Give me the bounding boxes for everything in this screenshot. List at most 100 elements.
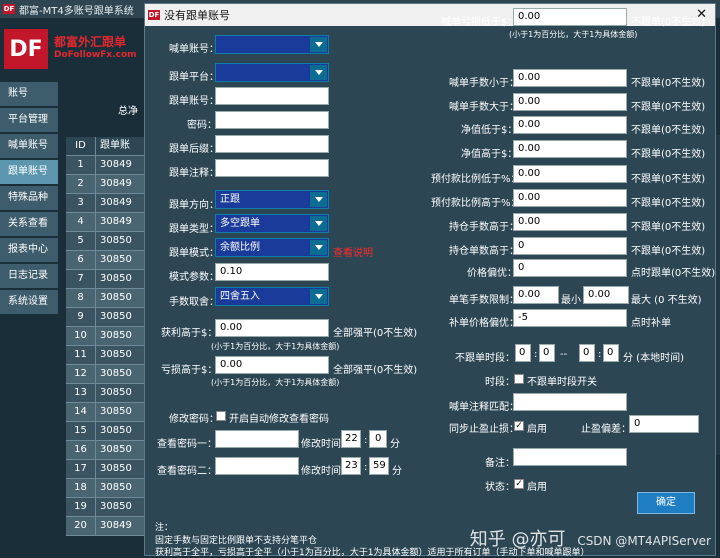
no-follow-start-hour[interactable]: 0 [515,344,531,362]
table-row[interactable]: 4 30849 [66,213,148,232]
cell-id: 10 [66,327,96,345]
equity-low-input[interactable]: 0.00 [513,116,627,134]
lot-round-select[interactable]: 四舍五入 [215,287,329,306]
position-lots-input[interactable]: 0.00 [513,213,627,231]
sidebar-item[interactable]: 日志记录 [0,264,58,288]
sidebar-item[interactable]: 关系查看 [0,212,58,236]
view-password-2-minute[interactable]: 59 [369,457,389,475]
lot-less-input[interactable]: 0.00 [513,69,627,87]
equity-high-note: 不跟单(0不生效) [631,149,706,160]
remark-match-input[interactable] [513,393,627,411]
sidebar-item[interactable]: 账号 [0,82,58,106]
type-select[interactable]: 多空跟单 [215,214,329,233]
table-row[interactable]: 15 30850 [66,422,148,441]
chevron-down-icon[interactable] [310,216,327,231]
dialog-titlebar: DF 没有跟单账号 ✕ [145,4,715,26]
cell-account: 30850 [96,479,148,497]
follow-platform-select[interactable] [215,63,329,82]
mode-param-input[interactable]: 0.10 [215,263,329,281]
sidebar-item[interactable]: 特殊品种 [0,186,58,210]
loss-above-input[interactable]: 0.00 [215,356,329,374]
sidebar-item[interactable]: 喊单账号 [0,134,58,158]
margin-high-input[interactable]: 0.00 [513,189,627,207]
master-loss-input[interactable]: 0.00 [513,8,627,26]
lot-more-label: 喊单手数大于： [449,102,519,113]
master-account-select[interactable] [215,35,329,54]
table-row[interactable]: 10 30850 [66,327,148,346]
table-row[interactable]: 6 30850 [66,251,148,270]
follow-account-input[interactable] [215,87,329,105]
price-deviation-input[interactable]: 0 [513,259,627,277]
column-header-id[interactable]: ID [66,137,96,155]
column-header-account[interactable]: 跟单账 [96,137,148,155]
equity-low-label: 净值低于$： [461,125,518,136]
lot-more-input[interactable]: 0.00 [513,93,627,111]
table-row[interactable]: 5 30850 [66,232,148,251]
single-lot-label: 单笔手数限制： [449,295,519,306]
view-password-2-hour[interactable]: 23 [341,457,361,475]
table-row[interactable]: 2 30849 [66,175,148,194]
table-row[interactable]: 8 30850 [66,289,148,308]
confirm-button[interactable]: 确定 [637,492,695,514]
logo-mark: DF [4,29,48,69]
time-colon: : [598,349,602,360]
chevron-down-icon[interactable] [310,37,327,52]
direction-label: 跟单方向： [169,200,219,211]
mode-select[interactable]: 余额比例 [215,238,329,257]
table-row[interactable]: 18 30850 [66,479,148,498]
table-row[interactable]: 16 30850 [66,441,148,460]
mode-param-label: 模式参数： [169,272,219,283]
chevron-down-icon[interactable] [310,65,327,80]
sidebar-item[interactable]: 跟单账号 [0,160,58,184]
table-row[interactable]: 9 30850 [66,308,148,327]
table-row[interactable]: 3 30849 [66,194,148,213]
note-input[interactable] [513,448,627,466]
single-lot-min-input[interactable]: 0.00 [513,286,559,304]
time-dash: -- [560,349,568,360]
sidebar-item[interactable]: 报表中心 [0,238,58,262]
suffix-input[interactable] [215,135,329,153]
table-row[interactable]: 19 30850 [66,498,148,517]
no-follow-end-hour[interactable]: 0 [579,344,595,362]
sl-offset-input[interactable]: 0 [629,415,699,433]
view-password-2-input[interactable] [215,457,299,475]
table-row[interactable]: 11 30850 [66,346,148,365]
profit-above-label: 获利高于$： [161,328,218,339]
direction-select[interactable]: 正跟 [215,190,329,209]
fill-deviation-input[interactable]: -5 [513,309,627,327]
table-row[interactable]: 13 30850 [66,384,148,403]
password-input[interactable] [215,111,329,129]
sidebar-item[interactable]: 平台管理 [0,108,58,132]
table-row[interactable]: 20 30849 [66,517,148,536]
watermark-sub: CSDN @MT4APIServer [577,534,711,548]
view-password-1-input[interactable] [215,430,299,448]
single-lot-max-input[interactable]: 0.00 [583,286,629,304]
period-toggle-checkbox[interactable] [514,374,524,384]
profit-above-input[interactable]: 0.00 [215,319,329,337]
auto-change-password-checkbox[interactable] [216,411,226,421]
margin-low-input[interactable]: 0.00 [513,165,627,183]
table-row[interactable]: 1 30849 [66,156,148,175]
view-password-1-minute[interactable]: 0 [369,430,387,448]
table-row[interactable]: 7 30850 [66,270,148,289]
no-follow-end-minute[interactable]: 0 [603,344,619,362]
no-follow-start-minute[interactable]: 0 [539,344,555,362]
sidebar-item[interactable]: 系统设置 [0,290,58,314]
notes-title: 注： [155,523,174,533]
chevron-down-icon[interactable] [310,240,327,255]
table-row[interactable]: 12 30850 [66,365,148,384]
chevron-down-icon[interactable] [310,192,327,207]
view-password-1-hour[interactable]: 22 [341,430,361,448]
cell-account: 30849 [96,517,148,535]
chevron-down-icon[interactable] [310,289,327,304]
table-row[interactable]: 17 30850 [66,460,148,479]
remark-input[interactable] [215,159,329,177]
suffix-label: 跟单后缀： [169,144,219,155]
table-row[interactable]: 14 30850 [66,403,148,422]
cell-account: 30850 [96,498,148,516]
mode-help-link[interactable]: 查看说明 [333,244,373,259]
status-checkbox[interactable]: ✓ [514,479,524,489]
position-count-input[interactable]: 0 [513,237,627,255]
equity-high-input[interactable]: 0.00 [513,140,627,158]
sync-sl-checkbox[interactable]: ✓ [514,421,524,431]
